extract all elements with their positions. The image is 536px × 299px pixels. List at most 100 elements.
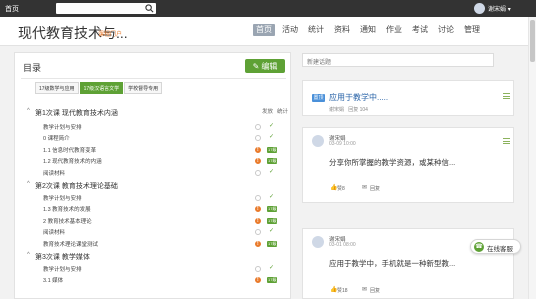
chapter-row[interactable]: ^ 第2次课 教育技术理论基础 bbox=[15, 181, 292, 191]
pinned-title[interactable]: 应用于教学中..... bbox=[329, 92, 388, 103]
check-icon: ✓ bbox=[269, 264, 275, 271]
chevron-up-icon[interactable]: ^ bbox=[27, 108, 30, 114]
discussion-post[interactable]: 谢宋娟 03-09 10:00 分享你所掌握的教学资源，或某种信... 👍 赞8… bbox=[302, 127, 514, 203]
section-row[interactable]: 教学计划与安排 ✓ bbox=[15, 122, 292, 132]
nav-item[interactable]: 统计 bbox=[305, 24, 327, 36]
reply-icon[interactable]: ✉ bbox=[362, 286, 367, 293]
status-circle-icon[interactable] bbox=[255, 169, 261, 176]
status-circle-icon[interactable] bbox=[255, 194, 261, 201]
section-row[interactable]: 教育技术理论课堂测试 17级 bbox=[15, 239, 292, 249]
section-title[interactable]: 教学计划与安排 bbox=[43, 123, 82, 131]
alert-icon[interactable] bbox=[255, 146, 261, 153]
section-title[interactable]: 教学计划与安排 bbox=[43, 194, 82, 202]
reply-button[interactable]: 回复 bbox=[370, 287, 380, 294]
alert-icon[interactable] bbox=[255, 277, 261, 283]
class-tab[interactable]: 17级汉语言文学 bbox=[79, 82, 124, 94]
reply-icon[interactable]: ✉ bbox=[362, 184, 367, 191]
section-title[interactable]: 阅读材料 bbox=[43, 228, 65, 236]
top-bar: 首页 谢宋娟 ▾ bbox=[0, 0, 536, 17]
nav-item[interactable]: 活动 bbox=[279, 24, 301, 36]
chapter-row[interactable]: ^ 第1次课 现代教育技术内涵 bbox=[15, 108, 292, 118]
class-badge: 17级 bbox=[267, 277, 278, 283]
class-badge: 17级 bbox=[267, 240, 278, 247]
post-body[interactable]: 分享你所掌握的教学资源，或某种信... bbox=[329, 157, 455, 168]
search-input[interactable] bbox=[56, 3, 156, 14]
check-icon: ✓ bbox=[269, 193, 275, 200]
section-title[interactable]: 教育技术理论课堂测试 bbox=[43, 240, 98, 248]
alert-icon[interactable] bbox=[255, 240, 261, 247]
nav-item[interactable]: 讨论 bbox=[435, 24, 457, 36]
menu-icon[interactable] bbox=[503, 138, 510, 144]
section-title[interactable]: 1.3 教育技术的发展 bbox=[43, 205, 91, 213]
home-link[interactable]: 首页 bbox=[5, 4, 19, 14]
scrollbar-thumb[interactable] bbox=[530, 20, 535, 62]
nav-item[interactable]: 通知 bbox=[357, 24, 379, 36]
section-title[interactable]: 2 教育技术基本理论 bbox=[43, 217, 92, 225]
chapter-title: 第2次课 教育技术理论基础 bbox=[35, 183, 118, 190]
status-circle-icon[interactable] bbox=[255, 123, 261, 130]
page-scrollbar[interactable] bbox=[528, 17, 536, 299]
section-title[interactable]: 阅读材料 bbox=[43, 169, 65, 177]
section-row[interactable]: 3.1 媒体 17级 bbox=[15, 275, 292, 285]
new-topic-input[interactable]: 新建话题 bbox=[302, 53, 494, 67]
section-row[interactable]: 1.2 现代教育技术的内涵 17级 bbox=[15, 156, 292, 166]
avatar bbox=[312, 135, 324, 147]
alert-icon[interactable] bbox=[255, 217, 261, 224]
check-icon: ✓ bbox=[269, 122, 275, 129]
nav-item[interactable]: 作业 bbox=[383, 24, 405, 36]
chevron-up-icon[interactable]: ^ bbox=[27, 252, 30, 258]
nav-item[interactable]: 管理 bbox=[461, 24, 483, 36]
chevron-up-icon[interactable]: ^ bbox=[27, 181, 30, 187]
section-row[interactable]: 教学计划与安排 ✓ bbox=[15, 193, 292, 203]
toc-title: 目录 bbox=[23, 63, 42, 73]
class-badge: 17级 bbox=[267, 146, 278, 153]
section-title[interactable]: 0 课程简介 bbox=[43, 134, 70, 142]
like-count[interactable]: 赞18 bbox=[337, 287, 348, 294]
online-support-button[interactable]: ☎ 在线客服 bbox=[470, 239, 521, 254]
class-badge: 17级 bbox=[267, 158, 278, 164]
headset-icon: ☎ bbox=[474, 242, 484, 252]
class-tab[interactable]: 学校督导专用 bbox=[124, 82, 163, 94]
class-tab[interactable]: 17级数学与应用 bbox=[35, 82, 79, 94]
toc-divider bbox=[21, 78, 286, 79]
new-topic-placeholder: 新建话题 bbox=[307, 60, 332, 66]
edit-button[interactable]: ✎ 编辑 bbox=[245, 59, 285, 73]
section-title[interactable]: 1.1 信息时代教育变革 bbox=[43, 146, 96, 154]
chevron-down-icon: ▾ bbox=[507, 7, 511, 13]
status-circle-icon[interactable] bbox=[255, 265, 261, 272]
section-row[interactable]: 2 教育技术基本理论 17级 bbox=[15, 216, 292, 226]
user-avatar[interactable] bbox=[474, 3, 485, 14]
user-name-text: 谢宋娟 bbox=[488, 7, 507, 13]
check-icon: ✓ bbox=[269, 134, 275, 140]
section-title[interactable]: 3.1 媒体 bbox=[43, 276, 63, 284]
reply-button[interactable]: 回复 bbox=[370, 185, 380, 192]
post-body[interactable]: 应用于教学中，手机就是一种新型教... bbox=[329, 258, 455, 269]
menu-icon[interactable] bbox=[503, 93, 510, 99]
alert-icon[interactable] bbox=[255, 158, 261, 164]
status-circle-icon[interactable] bbox=[255, 135, 261, 141]
section-row[interactable]: 教学计划与安排 ✓ bbox=[15, 264, 292, 274]
chapter-row[interactable]: ^ 第3次课 教学媒体 bbox=[15, 252, 292, 262]
course-header: 现代教育技术与... 课程门户 首页 活动 统计 资料 通知 作业 考试 讨论 管理 bbox=[0, 17, 528, 46]
class-badge: 17级 bbox=[267, 206, 278, 212]
search-icon[interactable] bbox=[145, 4, 154, 13]
nav-item[interactable]: 考试 bbox=[409, 24, 431, 36]
user-name[interactable]: 谢宋娟 ▾ bbox=[488, 4, 511, 13]
nav-item[interactable]: 资料 bbox=[331, 24, 353, 36]
like-count[interactable]: 赞8 bbox=[337, 185, 345, 192]
section-row[interactable]: 阅读材料 ✓ bbox=[15, 168, 292, 178]
section-row[interactable]: 1.1 信息时代教育变革 17级 bbox=[15, 145, 292, 155]
section-row[interactable]: 阅读材料 ✓ bbox=[15, 227, 292, 237]
section-row[interactable]: 1.3 教育技术的发展 17级 bbox=[15, 204, 292, 214]
section-row[interactable]: 0 课程简介 ✓ bbox=[15, 133, 292, 143]
section-title[interactable]: 1.2 现代教育技术的内涵 bbox=[43, 157, 102, 165]
chapter-title: 第3次课 教学媒体 bbox=[35, 254, 90, 261]
status-circle-icon[interactable] bbox=[255, 229, 261, 235]
course-portal-link[interactable]: 课程门户 bbox=[98, 29, 122, 38]
pinned-topic[interactable]: 置顶 应用于教学中..... 谢宋娟 回复 104 bbox=[302, 80, 514, 116]
section-title[interactable]: 教学计划与安排 bbox=[43, 265, 82, 273]
nav-item[interactable]: 首页 bbox=[253, 24, 275, 36]
class-badge: 17级 bbox=[267, 217, 278, 224]
alert-icon[interactable] bbox=[255, 206, 261, 212]
pinned-replies: 回复 104 bbox=[348, 107, 368, 113]
